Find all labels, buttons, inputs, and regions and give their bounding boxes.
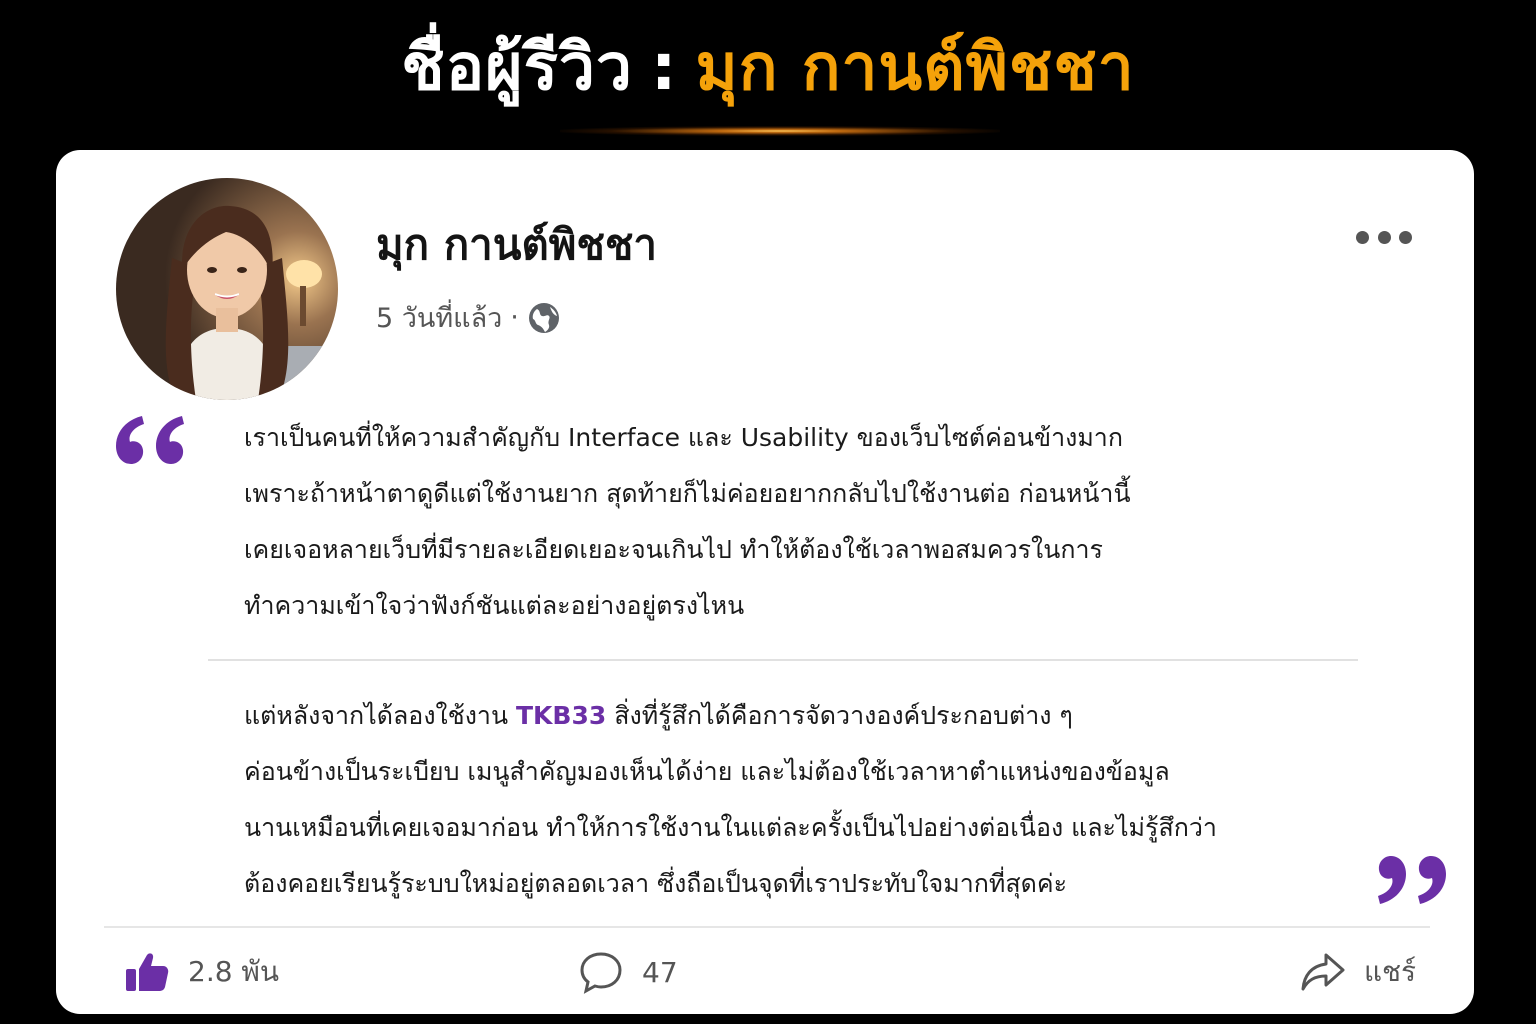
- review-line: เพราะถ้าหน้าตาดูดีแต่ใช้งานยาก สุดท้ายก็…: [244, 479, 1131, 508]
- review-line: ทำความเข้าใจว่าฟังก์ชันแต่ละอย่างอยู่ตรง…: [244, 591, 745, 620]
- review-line-start: แต่หลังจากได้ลองใช้งาน: [244, 701, 516, 730]
- more-dot: [1399, 230, 1412, 244]
- post-actions-bar: 2.8 พัน 47 แชร์: [56, 940, 1474, 1004]
- review-line: เราเป็นคนที่ให้ความสำคัญกับ Interface แล…: [244, 423, 1123, 452]
- share-icon: [1301, 953, 1345, 991]
- more-dot: [1377, 230, 1391, 244]
- thumbs-up-icon: [126, 953, 169, 991]
- review-line: แต่หลังจากได้ลองใช้งาน TKB33 สิ่งที่รู้ส…: [244, 688, 1384, 744]
- review-paragraph-1: เราเป็นคนที่ให้ความสำคัญกับ Interface แล…: [244, 410, 1384, 634]
- header-label: ชื่อผู้รีวิว: [401, 31, 633, 105]
- close-quote-icon: [1374, 844, 1450, 924]
- brand-name: TKB33: [516, 701, 607, 730]
- header-separator: :: [650, 31, 678, 105]
- avatar-photo: [116, 178, 338, 400]
- comment-count: 47: [642, 955, 678, 989]
- avatar[interactable]: [116, 178, 338, 400]
- actions-divider: [104, 926, 1430, 928]
- header-title: ชื่อผู้รีวิว: มุก กานต์พิชชา: [401, 16, 1134, 118]
- header-glow: [560, 126, 1000, 136]
- more-options-icon[interactable]: [1356, 224, 1412, 250]
- globe-icon: [527, 301, 561, 335]
- review-post-card: มุก กานต์พิชชา 5 วันที่แล้ว · เราเป็นคนท…: [56, 150, 1474, 1014]
- review-line: ต้องคอยเรียนรู้ระบบใหม่อยู่ตลอดเวลา ซึ่ง…: [244, 869, 1068, 898]
- like-count: 2.8 พัน: [188, 955, 280, 988]
- post-meta: 5 วันที่แล้ว ·: [376, 296, 561, 339]
- share-label: แชร์: [1364, 955, 1417, 988]
- share-button[interactable]: แชร์: [1300, 940, 1416, 1004]
- more-dot: [1356, 230, 1369, 244]
- meta-dot: ·: [510, 302, 519, 333]
- review-paragraph-2: แต่หลังจากได้ลองใช้งาน TKB33 สิ่งที่รู้ส…: [244, 688, 1384, 912]
- review-line: นานเหมือนที่เคยเจอมาก่อน ทำให้การใช้งานใ…: [244, 813, 1217, 842]
- paragraph-divider: [208, 659, 1358, 661]
- comment-icon: [580, 952, 622, 994]
- review-line-end: สิ่งที่รู้สึกได้คือการจัดวางองค์ประกอบต่…: [606, 701, 1073, 730]
- comment-button[interactable]: 47: [578, 940, 678, 1004]
- post-timestamp[interactable]: 5 วันที่แล้ว: [376, 296, 502, 339]
- review-line: เคยเจอหลายเว็บที่มีรายละเอียดเยอะจนเกินไ…: [244, 535, 1103, 564]
- like-button[interactable]: 2.8 พัน: [124, 940, 279, 1004]
- author-name[interactable]: มุก กานต์พิชชา: [376, 212, 657, 278]
- review-line: ค่อนข้างเป็นระเบียบ เมนูสำคัญมองเห็นได้ง…: [244, 757, 1170, 786]
- header-reviewer-name: มุก กานต์พิชชา: [695, 31, 1135, 105]
- open-quote-icon: [112, 396, 188, 476]
